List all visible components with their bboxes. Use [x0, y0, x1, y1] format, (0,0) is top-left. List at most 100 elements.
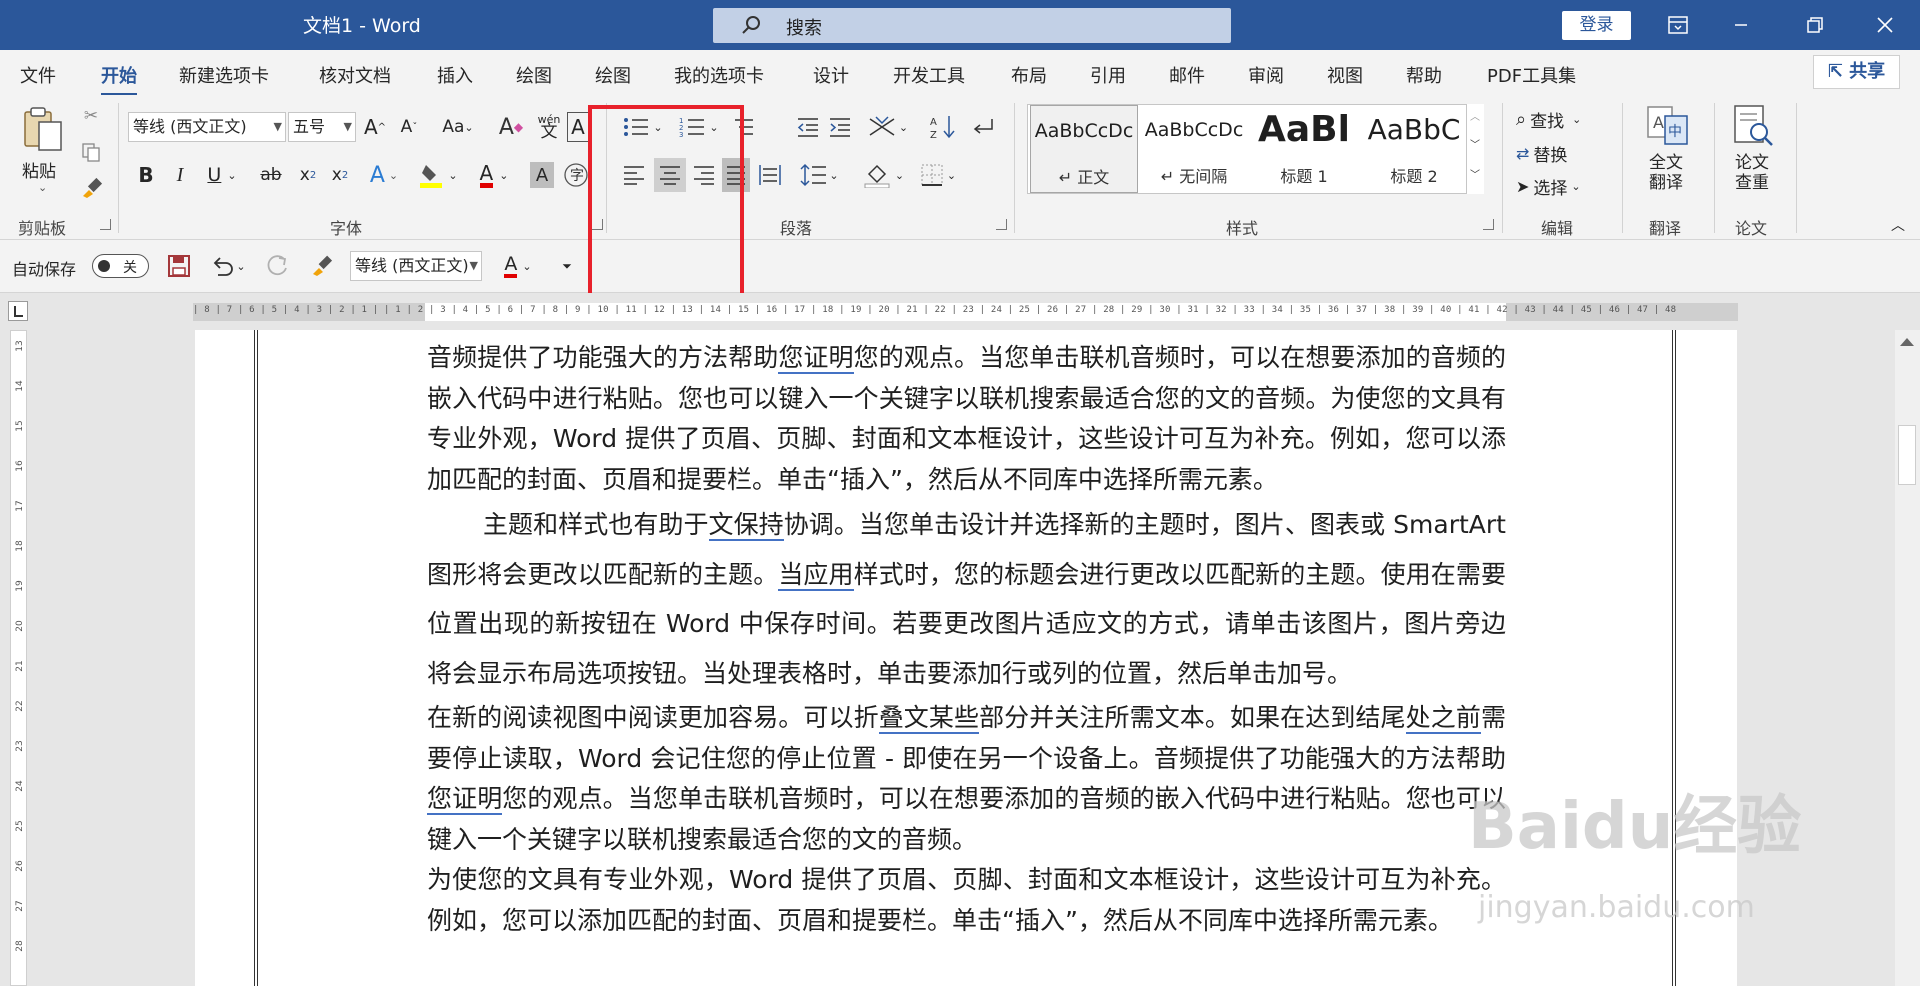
vruler-number: 19 [15, 580, 25, 592]
find-label: 查找 [1530, 111, 1565, 132]
style-heading-2[interactable]: AaBbC 标题 2 [1360, 105, 1468, 193]
horizontal-ruler[interactable]: | 8 | 7 | 6 | 5 | 4 | 3 | 2 | 1 | | 1 | … [193, 303, 1738, 321]
style-no-spacing[interactable]: AaBbCcDc ↵ 无间隔 [1140, 105, 1248, 193]
tab-references[interactable]: 引用 [1090, 62, 1126, 88]
italic-icon[interactable]: I [168, 160, 192, 190]
bold-icon[interactable]: B [134, 160, 158, 190]
cut-icon[interactable]: ✂ [80, 105, 102, 127]
font-name-combo[interactable]: 等线 (西文正文) ▼ [128, 112, 286, 142]
tab-layout[interactable]: 布局 [1011, 62, 1047, 88]
paper-check-label: 论文 查重 [1735, 153, 1769, 193]
tab-developer[interactable]: 开发工具 [893, 62, 965, 88]
shrink-font-icon[interactable]: Aˇ [396, 112, 422, 142]
tab-pdf-tools[interactable]: PDF工具集 [1487, 62, 1576, 88]
underline-icon[interactable]: U ⌄ [202, 160, 242, 190]
strikethrough-icon[interactable]: ab [256, 160, 286, 190]
increase-indent-icon[interactable] [826, 112, 854, 142]
vruler-number: 21 [15, 660, 25, 672]
more-styles-icon[interactable]: ﹀ [1470, 166, 1480, 181]
select-button[interactable]: ➤ 选择 ⌄ [1516, 172, 1581, 200]
scroll-up-icon[interactable] [1900, 338, 1914, 346]
paper-check-button[interactable] [1730, 103, 1776, 149]
save-button[interactable] [166, 252, 192, 280]
chevron-down-icon[interactable]: ﹀ [1470, 136, 1480, 151]
tab-mailings[interactable]: 邮件 [1169, 62, 1205, 88]
minimize-button[interactable] [1711, 0, 1771, 50]
tab-insert[interactable]: 插入 [437, 62, 473, 88]
document-body[interactable]: 音频提供了功能强大的方法帮助您证明您的观点。当您单击联机音频时，可以在想要添加的… [427, 338, 1506, 941]
font-color-icon[interactable]: A ⌄ [472, 160, 516, 190]
sort-icon[interactable]: AZ [928, 112, 958, 142]
ribbon-display-options-button[interactable] [1648, 0, 1708, 50]
paragraph-3: 在新的阅读视图中阅读更加容易。可以折叠文某些部分并关注所需文本。如果在达到结尾处… [427, 703, 1506, 854]
superscript-icon[interactable]: x2 [328, 160, 352, 190]
enclose-characters-icon[interactable]: 字 [562, 160, 590, 190]
tab-design[interactable]: 设计 [813, 62, 849, 88]
format-painter-icon[interactable] [78, 175, 104, 201]
clipboard-launcher-icon[interactable] [100, 219, 111, 230]
copy-icon[interactable] [80, 141, 102, 163]
redo-button[interactable] [264, 252, 292, 280]
replace-button[interactable]: ⇄ 替换 [1516, 139, 1567, 167]
tab-help[interactable]: 帮助 [1406, 62, 1442, 88]
undo-button[interactable]: ⌄ [208, 252, 248, 280]
close-button[interactable] [1855, 0, 1915, 50]
tab-file[interactable]: 文件 [20, 62, 56, 88]
tab-my-tab[interactable]: 我的选项卡 [674, 62, 764, 88]
distributed-icon[interactable] [756, 160, 784, 190]
qat-font-color-button[interactable]: A ⌄ [496, 252, 540, 280]
style-preview: AaBbCcDc [1034, 120, 1134, 142]
phonetic-guide-icon[interactable]: wén 文 [534, 109, 564, 143]
tab-review[interactable]: 审阅 [1248, 62, 1284, 88]
font-size-combo[interactable]: 五号 ▼ [288, 112, 356, 142]
find-button[interactable]: ⌕ 查找 ⌄ [1516, 105, 1581, 133]
tab-view[interactable]: 视图 [1327, 62, 1363, 88]
shading-button[interactable]: ⌄ [860, 160, 908, 190]
tab-selector-icon[interactable] [8, 301, 28, 321]
full-text-translate-button[interactable]: A中 [1644, 103, 1690, 149]
chevron-up-icon[interactable]: ︿ [1470, 108, 1480, 123]
character-shading-icon[interactable]: A [530, 162, 554, 188]
vertical-scrollbar[interactable] [1895, 330, 1920, 986]
style-name: 标题 1 [1280, 167, 1328, 186]
tab-draw-1[interactable]: 绘图 [516, 62, 552, 88]
text-effects-icon[interactable]: A ⌄ [364, 160, 404, 190]
styles-scroll[interactable]: ︿ ﹀ ﹀ [1466, 104, 1484, 194]
change-case-icon[interactable]: Aa ⌄ [436, 112, 480, 142]
tab-new-tab[interactable]: 新建选项卡 [179, 62, 269, 88]
character-border-icon[interactable]: A [567, 112, 589, 142]
vertical-ruler[interactable]: 13 14 15 16 17 18 19 20 21 22 23 24 25 2… [10, 330, 27, 986]
paste-dropdown-icon[interactable]: ⌄ [38, 181, 47, 194]
tab-proofread[interactable]: 核对文档 [319, 62, 391, 88]
restore-button[interactable] [1785, 0, 1845, 50]
styles-launcher-icon[interactable] [1483, 219, 1494, 230]
paragraph-launcher-icon[interactable] [996, 219, 1007, 230]
search-box[interactable]: 搜索 [713, 8, 1231, 43]
vruler-number: 20 [15, 620, 25, 632]
decrease-indent-icon[interactable] [794, 112, 822, 142]
customize-qat-icon[interactable]: ⏷ [556, 252, 578, 280]
font-color-icon: A [504, 254, 518, 278]
share-icon: ⇱ [1827, 61, 1850, 82]
grow-font-icon[interactable]: A ^ [362, 112, 388, 142]
autosave-toggle[interactable]: 关 [92, 254, 149, 278]
scroll-thumb[interactable] [1898, 425, 1916, 485]
tab-draw-2[interactable]: 绘图 [595, 62, 631, 88]
chinese-layout-button[interactable]: ⌄ [864, 112, 912, 142]
share-button[interactable]: ⇱ 共享 [1813, 55, 1900, 89]
qat-font-name-combo[interactable]: 等线 (西文正文) ▼ [350, 251, 482, 281]
login-button[interactable]: 登录 [1562, 11, 1631, 40]
borders-button[interactable]: ⌄ [914, 160, 962, 190]
collapse-ribbon-icon[interactable]: ︿ [1888, 215, 1908, 235]
format-painter-button[interactable] [308, 252, 336, 280]
clear-format-icon[interactable]: A ◆ [496, 112, 526, 142]
tab-home[interactable]: 开始 [101, 62, 137, 96]
font-group-label: 字体 [330, 219, 363, 238]
highlight-color-icon[interactable]: ⌄ [416, 160, 460, 190]
paste-button[interactable] [18, 105, 68, 155]
style-normal[interactable]: AaBbCcDc ↵ 正文 [1030, 105, 1138, 193]
subscript-icon[interactable]: x2 [296, 160, 320, 190]
style-heading-1[interactable]: AaBl 标题 1 [1250, 105, 1358, 193]
show-marks-icon[interactable] [968, 112, 998, 142]
line-spacing-button[interactable]: ⌄ [796, 160, 842, 190]
